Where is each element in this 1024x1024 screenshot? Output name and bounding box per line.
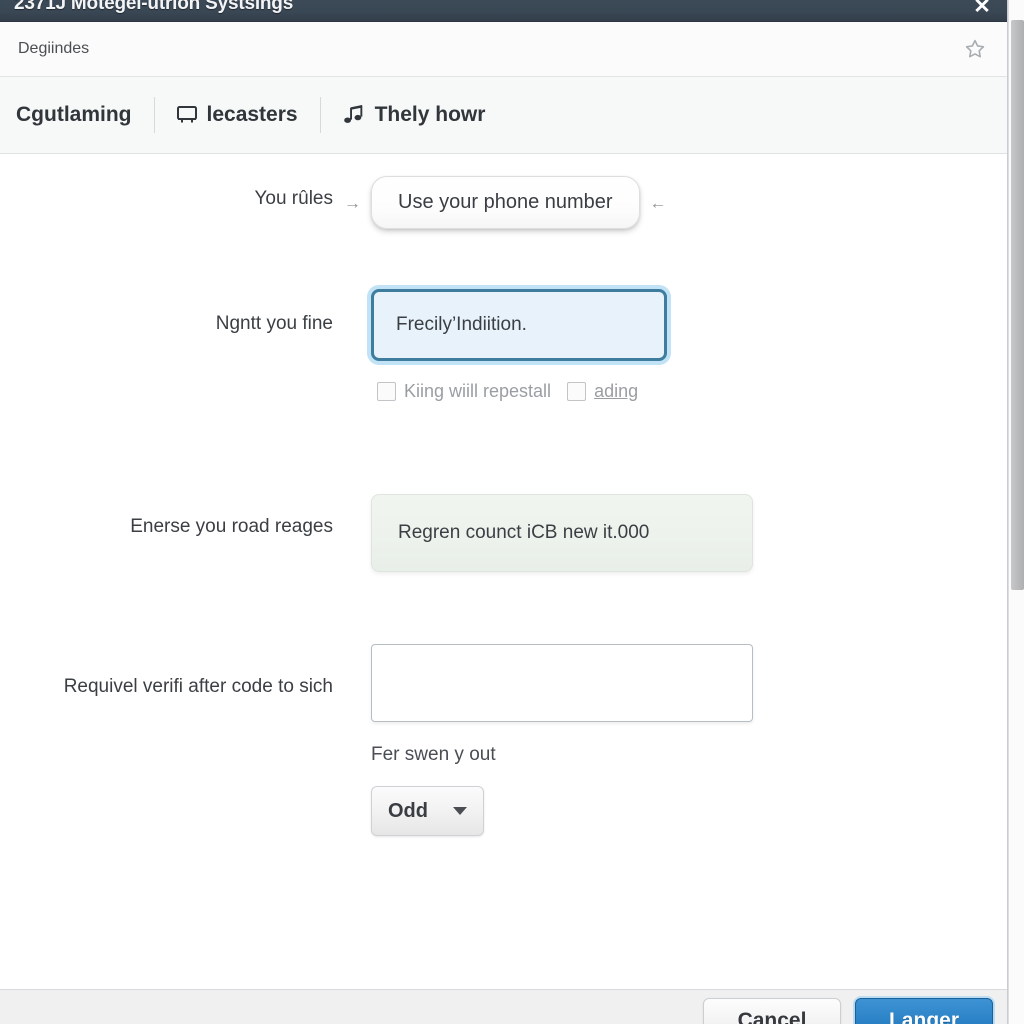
app-root: 2371J Motegel-utrion Systsings ✕ Degiind… <box>0 0 1024 1024</box>
arrow-right-icon: → <box>344 193 361 212</box>
tab-label: lecasters <box>206 103 298 126</box>
checkbox-group: Kiing wiill repestall ading <box>371 381 667 402</box>
vertical-scrollbar[interactable] <box>1008 0 1024 1024</box>
title-bar: 2371J Motegel-utrion Systsings ✕ <box>0 0 1007 22</box>
cancel-button[interactable]: Cancel <box>703 998 841 1024</box>
field-focus: Kiing wiill repestall ading <box>371 289 667 402</box>
tab-bar: Cgutlaming lecasters Thely howr <box>0 77 1007 154</box>
star-outline-icon[interactable] <box>963 37 987 61</box>
checkbox-label: ading <box>594 381 639 401</box>
tab-label: Cgutlaming <box>16 103 132 126</box>
form-row-focus: Ngntt you fine Kiing wiill repestall adi… <box>0 289 1007 402</box>
field-green: Regren counct iCB new it.000 <box>371 494 753 572</box>
dialog-window: 2371J Motegel-utrion Systsings ✕ Degiind… <box>0 0 1008 1024</box>
arrow-left-icon: ← <box>649 193 667 212</box>
frequency-dropdown[interactable]: Odd <box>371 786 484 836</box>
confirm-button[interactable]: Langer <box>855 998 993 1024</box>
tab-lecasters[interactable]: lecasters <box>153 91 320 139</box>
use-phone-number-button[interactable]: Use your phone number <box>371 176 640 229</box>
field-phone: → Use your phone number ← <box>344 176 667 229</box>
label-code: Requivel verifi after code to sich <box>63 676 333 697</box>
tab-thely-howr[interactable]: Thely howr <box>319 91 508 139</box>
tab-cgutlaming[interactable]: Cgutlaming <box>16 91 154 139</box>
label-green: Enerse you road reages <box>130 516 333 537</box>
window-title: 2371J Motegel-utrion Systsings <box>14 0 294 14</box>
checkbox-item-repestall[interactable]: Kiing wiill repestall <box>377 381 551 402</box>
checkbox-icon[interactable] <box>567 382 587 401</box>
form-row-code: Requivel verifi after code to sich Fer s… <box>0 644 1007 836</box>
dropdown-value: Odd <box>388 799 428 822</box>
checkbox-icon[interactable] <box>377 382 396 401</box>
label-focus: Ngntt you fine <box>215 313 333 334</box>
phone-pill-wrap: → Use your phone number ← <box>344 176 667 229</box>
readonly-green-field[interactable]: Regren counct iCB new it.000 <box>371 494 753 572</box>
dialog-footer: Cancel Langer <box>0 989 1007 1024</box>
location-bar: Degiindes <box>0 22 1007 77</box>
form-row-green: Enerse you road reages Regren counct iCB… <box>0 494 1007 572</box>
form-row-phone: You rûles → Use your phone number ← <box>0 176 1007 229</box>
close-icon[interactable]: ✕ <box>969 0 995 20</box>
dialog-body: You rûles → Use your phone number ← Ngnt… <box>0 154 1007 989</box>
helper-text: Fer swen y out <box>371 744 496 765</box>
monitor-icon <box>176 105 198 125</box>
music-note-icon <box>342 103 366 127</box>
scrollbar-thumb[interactable] <box>1011 20 1024 590</box>
chevron-down-icon <box>453 807 467 815</box>
label-phone: You rûles <box>254 188 333 209</box>
tab-label: Thely howr <box>374 103 486 126</box>
field-code: Fer swen y out Odd <box>371 644 753 836</box>
breadcrumb[interactable]: Degiindes <box>18 40 89 58</box>
focused-text-input[interactable] <box>371 289 667 361</box>
checkbox-item-ading[interactable]: ading <box>567 381 638 402</box>
checkbox-label: Kiing wiill repestall <box>404 381 552 401</box>
verification-code-input[interactable] <box>371 644 753 722</box>
